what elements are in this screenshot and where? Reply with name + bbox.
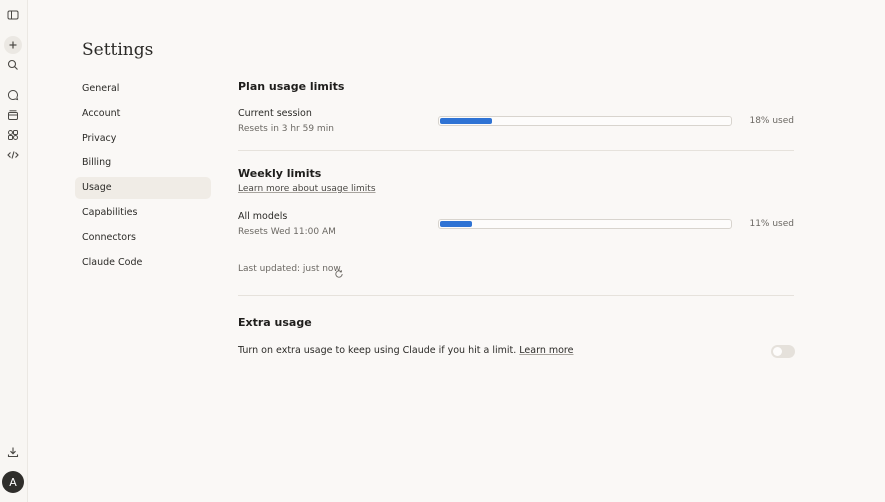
current-session-reset: Resets in 3 hr 59 min (238, 124, 334, 134)
search-icon[interactable] (4, 56, 22, 74)
nav-item-claude-code[interactable]: Claude Code (75, 252, 211, 274)
chats-icon[interactable] (4, 86, 22, 104)
nav-item-usage[interactable]: Usage (75, 177, 211, 200)
divider (238, 150, 794, 151)
nav-item-connectors[interactable]: Connectors (75, 227, 211, 249)
all-models-used: 11% used (749, 219, 794, 229)
all-models-reset: Resets Wed 11:00 AM (238, 227, 336, 237)
all-models-progress-bar (438, 219, 732, 229)
divider (238, 295, 794, 296)
left-rail: A (0, 0, 28, 502)
settings-nav: General Account Privacy Billing Usage Ca… (75, 78, 211, 276)
all-models-label: All models (238, 211, 288, 222)
projects-icon[interactable] (4, 106, 22, 124)
extra-usage-toggle[interactable] (771, 345, 795, 358)
current-session-label: Current session (238, 108, 312, 119)
sidebar-toggle-icon[interactable] (4, 6, 22, 24)
all-models-progress-fill (440, 221, 472, 227)
extra-usage-title: Extra usage (238, 316, 312, 329)
current-session-progress-bar (438, 116, 732, 126)
extra-usage-description-row: Turn on extra usage to keep using Claude… (238, 345, 573, 356)
new-chat-icon[interactable] (4, 36, 22, 54)
current-session-progress-fill (440, 118, 493, 124)
refresh-icon[interactable] (334, 264, 344, 278)
nav-item-account[interactable]: Account (75, 103, 211, 125)
nav-item-general[interactable]: General (75, 78, 211, 100)
artifacts-icon[interactable] (4, 126, 22, 144)
extra-usage-learn-more-link[interactable]: Learn more (519, 345, 573, 356)
current-session-used: 18% used (749, 116, 794, 126)
learn-more-usage-link[interactable]: Learn more about usage limits (238, 184, 376, 194)
download-icon[interactable] (4, 443, 22, 461)
plan-usage-title: Plan usage limits (238, 80, 345, 93)
code-icon[interactable] (4, 146, 22, 164)
toggle-knob (773, 347, 782, 356)
nav-item-billing[interactable]: Billing (75, 152, 211, 174)
page-title: Settings (82, 40, 154, 60)
last-updated-text: Last updated: just now (238, 264, 341, 274)
avatar[interactable]: A (2, 471, 24, 493)
weekly-limits-title: Weekly limits (238, 167, 322, 180)
nav-item-privacy[interactable]: Privacy (75, 128, 211, 150)
nav-item-capabilities[interactable]: Capabilities (75, 202, 211, 224)
extra-usage-description: Turn on extra usage to keep using Claude… (238, 345, 517, 356)
